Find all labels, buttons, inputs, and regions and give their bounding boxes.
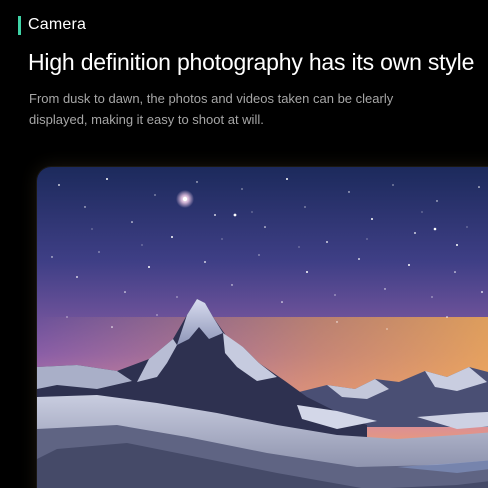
page-headline: High definition photography has its own … (28, 49, 475, 75)
accent-bar (18, 15, 21, 35)
photo-illustration (37, 167, 488, 488)
night-sky-mountain-photo (37, 167, 488, 488)
section-label: Camera (28, 16, 87, 33)
feature-description: From dusk to dawn, the photos and videos… (29, 91, 394, 127)
section-header: Camera (18, 14, 86, 36)
